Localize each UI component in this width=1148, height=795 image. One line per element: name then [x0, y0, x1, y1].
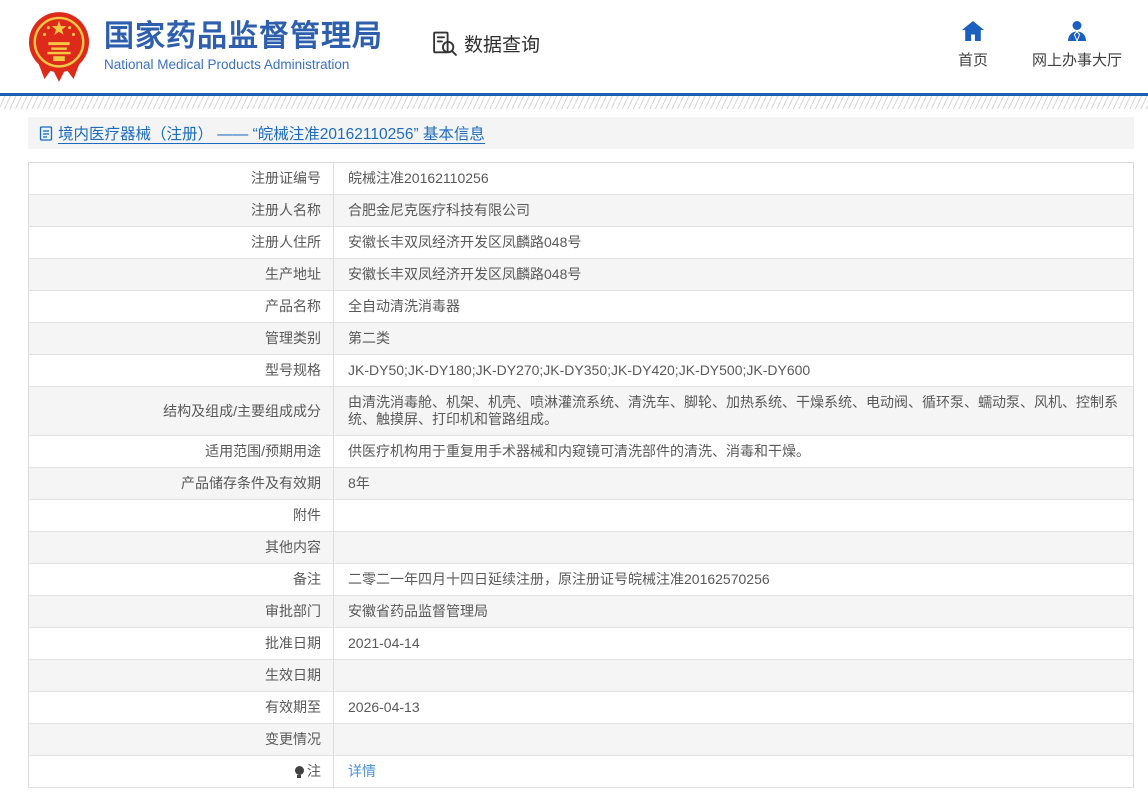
row-value: [334, 500, 1134, 532]
row-label: 结构及组成/主要组成成分: [29, 387, 334, 436]
row-value: 详情: [334, 756, 1134, 788]
row-value: [334, 660, 1134, 692]
row-value: 第二类: [334, 323, 1134, 355]
data-query-label: 数据查询: [464, 30, 540, 57]
row-value: 安徽长丰双凤经济开发区凤麟路048号: [334, 259, 1134, 291]
table-row: 变更情况: [29, 724, 1134, 756]
row-label: 附件: [29, 500, 334, 532]
row-value: 供医疗机构用于重复用手术器械和内窥镜可清洗部件的清洗、消毒和干燥。: [334, 436, 1134, 468]
row-label: 适用范围/预期用途: [29, 436, 334, 468]
user-icon: [1065, 20, 1089, 42]
table-row: 附件: [29, 500, 1134, 532]
row-label: 注: [29, 756, 334, 788]
row-label: 备注: [29, 564, 334, 596]
row-label: 有效期至: [29, 692, 334, 724]
home-icon: [961, 20, 985, 42]
table-row: 适用范围/预期用途供医疗机构用于重复用手术器械和内窥镜可清洗部件的清洗、消毒和干…: [29, 436, 1134, 468]
table-row: 生效日期: [29, 660, 1134, 692]
row-label: 注册人名称: [29, 195, 334, 227]
table-row: 注册证编号皖械注准20162110256: [29, 163, 1134, 195]
row-value: 由清洗消毒舱、机架、机壳、喷淋灌流系统、清洗车、脚轮、加热系统、干燥系统、电动阀…: [334, 387, 1134, 436]
row-label: 审批部门: [29, 596, 334, 628]
row-label: 生效日期: [29, 660, 334, 692]
table-row: 有效期至2026-04-13: [29, 692, 1134, 724]
site-name-en: National Medical Products Administration: [104, 57, 383, 73]
row-value: 8年: [334, 468, 1134, 500]
page-title-bar: 境内医疗器械（注册） —— “皖械注准20162110256” 基本信息: [28, 117, 1134, 149]
site-name-zh: 国家药品监督管理局: [104, 20, 383, 55]
row-label: 变更情况: [29, 724, 334, 756]
document-icon: [39, 126, 53, 141]
nav-item-label: 网上办事大厅: [1032, 49, 1122, 70]
page-title: 境内医疗器械（注册） —— “皖械注准20162110256” 基本信息: [58, 122, 485, 144]
row-label: 型号规格: [29, 355, 334, 387]
nav-item-service-hall[interactable]: 网上办事大厅: [1032, 20, 1122, 70]
nav-item-label: 首页: [958, 49, 988, 70]
row-value: 二零二一年四月十四日延续注册，原注册证号皖械注准20162570256: [334, 564, 1134, 596]
bulb-icon: [295, 766, 304, 775]
table-row: 注册人住所安徽长丰双凤经济开发区凤麟路048号: [29, 227, 1134, 259]
table-row: 注详情: [29, 756, 1134, 788]
row-value: 全自动清洗消毒器: [334, 291, 1134, 323]
table-row: 产品名称全自动清洗消毒器: [29, 291, 1134, 323]
table-row: 产品储存条件及有效期8年: [29, 468, 1134, 500]
row-label: 注册证编号: [29, 163, 334, 195]
table-row: 审批部门安徽省药品监督管理局: [29, 596, 1134, 628]
row-label: 批准日期: [29, 628, 334, 660]
row-value: 安徽省药品监督管理局: [334, 596, 1134, 628]
data-query-icon: [431, 30, 458, 57]
row-value: [334, 724, 1134, 756]
row-value: 2026-04-13: [334, 692, 1134, 724]
data-query-section[interactable]: 数据查询: [431, 30, 540, 57]
row-label: 生产地址: [29, 259, 334, 291]
row-value: 安徽长丰双凤经济开发区凤麟路048号: [334, 227, 1134, 259]
table-row: 生产地址安徽长丰双凤经济开发区凤麟路048号: [29, 259, 1134, 291]
row-label: 管理类别: [29, 323, 334, 355]
table-row: 管理类别第二类: [29, 323, 1134, 355]
row-label: 其他内容: [29, 532, 334, 564]
nav-item-home[interactable]: 首页: [958, 20, 988, 70]
row-value: JK-DY50;JK-DY180;JK-DY270;JK-DY350;JK-DY…: [334, 355, 1134, 387]
row-value: [334, 532, 1134, 564]
row-value: 合肥金尼克医疗科技有限公司: [334, 195, 1134, 227]
table-row: 批准日期2021-04-14: [29, 628, 1134, 660]
table-row: 结构及组成/主要组成成分由清洗消毒舱、机架、机壳、喷淋灌流系统、清洗车、脚轮、加…: [29, 387, 1134, 436]
top-nav: 首页 网上办事大厅: [958, 20, 1136, 70]
site-header: 国家药品监督管理局 National Medical Products Admi…: [0, 0, 1148, 93]
site-logo-block[interactable]: 国家药品监督管理局 National Medical Products Admi…: [28, 11, 383, 83]
national-emblem-logo: [28, 11, 90, 83]
row-value: 皖械注准20162110256: [334, 163, 1134, 195]
row-label: 产品储存条件及有效期: [29, 468, 334, 500]
row-value: 2021-04-14: [334, 628, 1134, 660]
table-row: 其他内容: [29, 532, 1134, 564]
hatched-band: [0, 96, 1148, 109]
row-label: 产品名称: [29, 291, 334, 323]
site-brand: 国家药品监督管理局 National Medical Products Admi…: [104, 20, 383, 73]
table-row: 备注二零二一年四月十四日延续注册，原注册证号皖械注准20162570256: [29, 564, 1134, 596]
info-table-body: 注册证编号皖械注准20162110256注册人名称合肥金尼克医疗科技有限公司注册…: [29, 163, 1134, 788]
row-label: 注册人住所: [29, 227, 334, 259]
detail-link[interactable]: 详情: [348, 763, 376, 779]
table-row: 注册人名称合肥金尼克医疗科技有限公司: [29, 195, 1134, 227]
registration-info-table: 注册证编号皖械注准20162110256注册人名称合肥金尼克医疗科技有限公司注册…: [28, 162, 1134, 788]
table-row: 型号规格JK-DY50;JK-DY180;JK-DY270;JK-DY350;J…: [29, 355, 1134, 387]
